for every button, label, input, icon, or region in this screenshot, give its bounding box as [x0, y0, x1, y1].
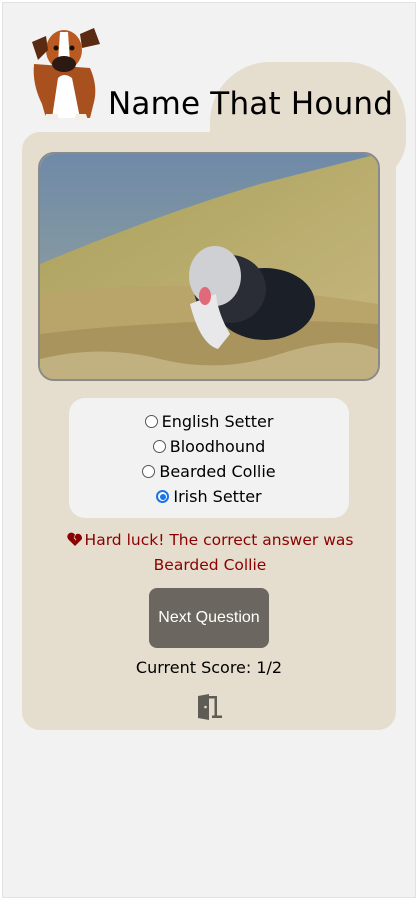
door-exit-icon[interactable]: [195, 692, 223, 720]
radio-irish-setter[interactable]: [156, 490, 170, 503]
feedback-text: Hard luck! The correct answer was Bearde…: [84, 531, 354, 574]
answer-options: English Setter Bloodhound Bearded Collie…: [69, 398, 349, 518]
radio-bloodhound[interactable]: [152, 440, 166, 453]
radio-english-setter[interactable]: [144, 415, 158, 428]
option-label: Irish Setter: [173, 487, 262, 506]
option-english-setter[interactable]: English Setter: [69, 409, 349, 434]
broken-heart-icon: [66, 532, 82, 546]
dog-photo: [38, 152, 380, 381]
boxer-dog-logo: [32, 28, 100, 120]
option-irish-setter[interactable]: Irish Setter: [69, 484, 349, 509]
feedback-message: Hard luck! The correct answer was Bearde…: [40, 528, 380, 578]
option-bearded-collie[interactable]: Bearded Collie: [69, 459, 349, 484]
option-label: English Setter: [161, 412, 274, 431]
app-title: Name That Hound: [108, 86, 394, 122]
option-label: Bearded Collie: [159, 462, 276, 481]
current-score: Current Score: 1/2: [135, 658, 283, 677]
option-bloodhound[interactable]: Bloodhound: [69, 434, 349, 459]
radio-bearded-collie[interactable]: [142, 465, 156, 478]
option-label: Bloodhound: [169, 437, 266, 456]
bearded-collie-image: [40, 154, 378, 379]
next-question-button[interactable]: Next Question: [149, 588, 269, 648]
